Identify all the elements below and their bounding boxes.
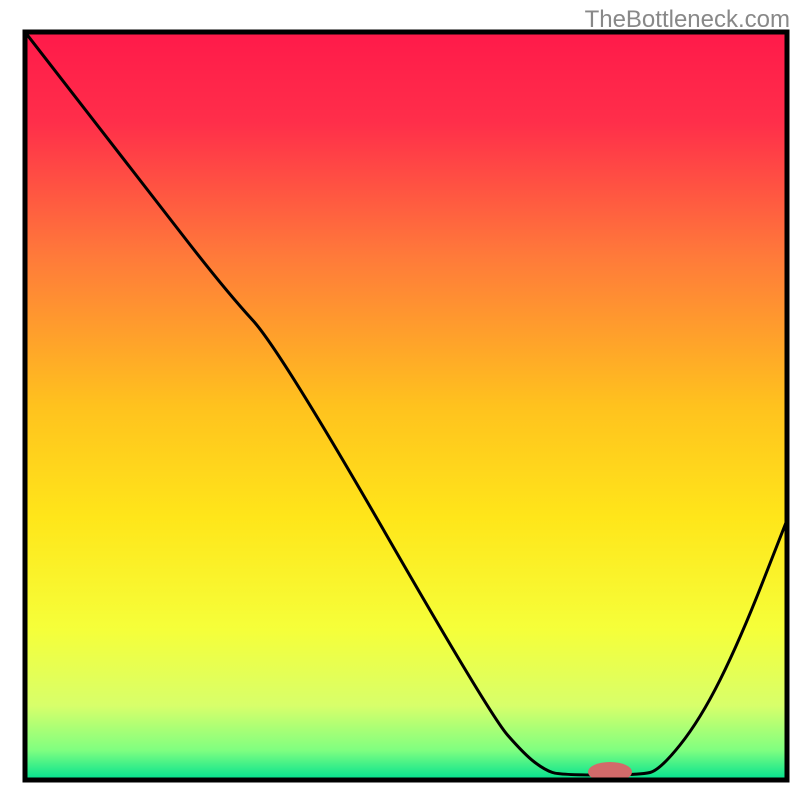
watermark-text: TheBottleneck.com <box>585 6 790 34</box>
chart-svg <box>0 0 800 800</box>
gradient-background <box>25 32 787 780</box>
chart-container: TheBottleneck.com <box>0 0 800 800</box>
